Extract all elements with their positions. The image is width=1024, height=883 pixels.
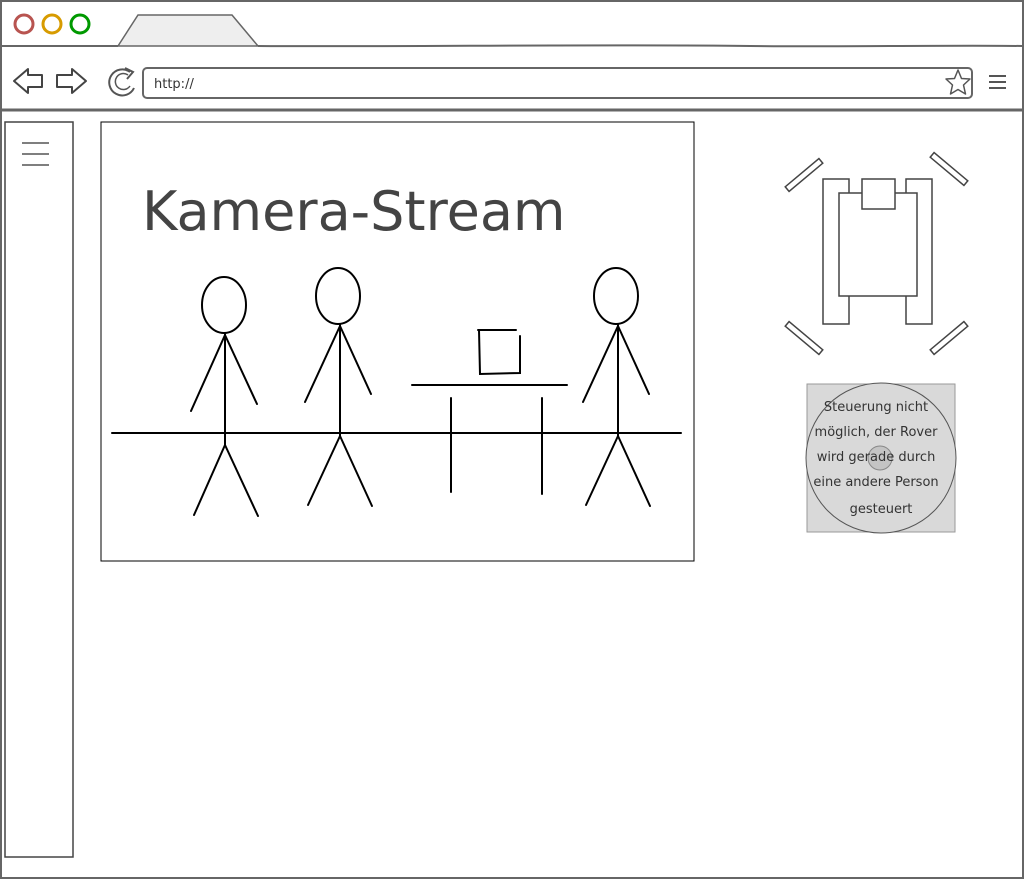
control-message-line: eine andere Person [813, 475, 938, 490]
address-bar[interactable] [142, 67, 973, 99]
browser-window: http:// Kamera-Stream Steuerung nicht mö… [0, 0, 1024, 879]
control-message-line: gesteuert [850, 502, 913, 517]
rover-turret [861, 178, 896, 210]
control-message-line: wird gerade durch [817, 450, 936, 465]
browser-canvas: http:// Kamera-Stream Steuerung nicht mö… [0, 0, 1024, 879]
control-message-line: Steuerung nicht [824, 400, 928, 415]
camera-stream-title: Kamera-Stream [142, 180, 566, 243]
sidebar [4, 121, 74, 858]
address-bar-url[interactable]: http:// [154, 77, 194, 92]
control-message-line: möglich, der Rover [815, 425, 939, 440]
